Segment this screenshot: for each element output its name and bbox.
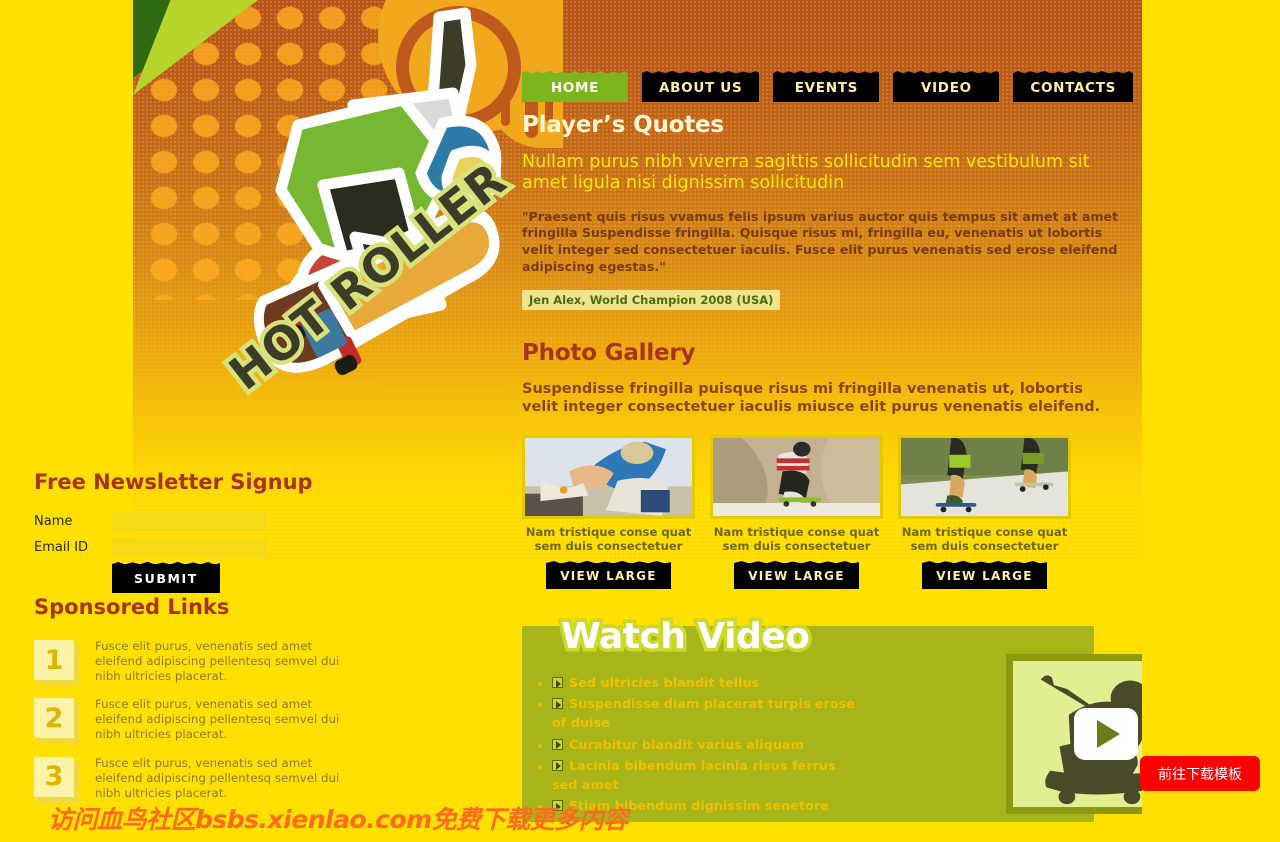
gallery-item: Nam tristique conse quat sem duis consec… [710,434,883,589]
watch-video-link-label: Sed ultricies blandit tellus [569,676,760,691]
sponsored-number: 1 [34,640,74,680]
newsletter-email-row: Email ID [34,538,334,557]
gallery-thumbnail[interactable] [898,434,1071,519]
nav-item-video[interactable]: VIDEO [893,73,1000,102]
nav-item-about-us[interactable]: ABOUT US [642,73,760,102]
play-small-icon [552,677,563,688]
watch-video-link[interactable]: Suspendisse diam placerat turpis erose o… [552,695,862,733]
sponsored-text: Fusce elit purus, venenatis sed amet ele… [95,639,340,684]
view-large-button[interactable]: VIEW LARGE [734,563,859,589]
quotes-heading: Player’s Quotes [522,112,724,138]
photo-gallery-section: Photo Gallery Suspendisse fringilla puis… [522,340,1122,589]
gallery-heading: Photo Gallery [522,339,696,366]
main-column: Player’s Quotes Nullam purus nibh viverr… [522,112,1122,589]
sponsored-number-tile: 3 [34,756,80,803]
sponsored-links: Sponsored Links 1 Fusce elit purus, vene… [34,595,344,812]
play-button[interactable] [1073,708,1138,760]
gallery-caption: Nam tristique conse quat sem duis consec… [525,524,692,553]
play-small-icon [552,738,563,750]
view-large-button[interactable]: VIEW LARGE [546,563,671,589]
watch-video-link[interactable]: Sed ultricies blandit tellus [552,674,862,693]
newsletter-signup: Free Newsletter Signup Name Email ID SUB… [34,470,334,593]
gallery-caption: Nam tristique conse quat sem duis consec… [713,524,880,553]
site-watermark: 访问血鸟社区bsbs.xienlao.com免费下载更多内容 [48,805,628,834]
gallery-item: Nam tristique conse quat sem duis consec… [898,434,1071,589]
gallery-caption: Nam tristique conse quat sem duis consec… [901,524,1068,553]
main-navigation: HOME ABOUT US EVENTS VIDEO CONTACTS [522,73,1134,102]
gallery-lead: Suspendisse fringilla puisque risus mi f… [522,380,1101,416]
name-input[interactable] [112,512,267,531]
nav-item-home[interactable]: HOME [522,73,628,102]
nav-item-events[interactable]: EVENTS [773,73,880,102]
watch-video-link[interactable]: Lacinia bibendum lacinia risus ferrus se… [552,757,862,795]
view-large-button[interactable]: VIEW LARGE [922,563,1047,589]
watch-video-link-label: Lacinia bibendum lacinia risus ferrus se… [552,758,836,793]
sponsored-item[interactable]: 2 Fusce elit purus, venenatis sed amet e… [34,695,344,745]
download-template-button[interactable]: 前往下载模板 [1140,756,1260,791]
nav-item-contacts[interactable]: CONTACTS [1013,73,1134,102]
sponsored-item[interactable]: 1 Fusce elit purus, venenatis sed amet e… [34,637,344,686]
gallery-item: Nam tristique conse quat sem duis consec… [522,434,695,589]
quotes-body: "Praesent quis risus vvamus felis ipsum … [522,208,1119,274]
submit-button[interactable]: SUBMIT [112,564,220,593]
watch-video-heading: Watch Video [557,613,813,661]
sponsored-number-tile: 1 [34,640,80,686]
watch-video-link[interactable]: Curabitur blandit varius aliquam [552,736,862,755]
sponsored-text: Fusce elit purus, venenatis sed amet ele… [95,755,340,800]
play-small-icon [552,759,563,771]
sponsored-item[interactable]: 3 Fusce elit purus, venenatis sed amet e… [34,754,344,803]
name-label: Name [34,514,73,529]
sponsored-number: 2 [34,698,74,739]
submit-row: SUBMIT [112,564,334,593]
page-root: HOT ROLLER HOME ABOUT US EVENTS VIDEO CO… [0,0,1280,842]
sponsored-number-tile: 2 [34,698,80,745]
watch-video-link-label: Suspendisse diam placerat turpis erose o… [552,697,855,732]
players-quotes-section: Player’s Quotes Nullam purus nibh viverr… [522,112,1122,310]
newsletter-name-row: Name [34,512,334,531]
quote-attribution: Jen Alex, World Champion 2008 (USA) [522,289,781,310]
newsletter-heading: Free Newsletter Signup [34,470,313,494]
video-thumbnail[interactable] [1006,654,1142,814]
play-small-icon [552,698,563,710]
gallery-thumbnail[interactable] [522,434,695,519]
quotes-lead: Nullam purus nibh viverra sagittis solli… [522,152,1090,194]
sponsored-text: Fusce elit purus, venenatis sed amet ele… [95,697,340,742]
sponsored-heading: Sponsored Links [34,595,230,619]
gallery-row: Nam tristique conse quat sem duis consec… [522,434,1122,589]
email-input[interactable] [112,538,267,557]
email-label: Email ID [34,540,89,555]
site-logo[interactable]: HOT ROLLER [211,147,521,485]
watch-video-link-label: Curabitur blandit varius aliquam [569,737,804,753]
watch-video-section: Watch Video Sed ultricies blandit tellus… [522,613,1142,822]
gallery-thumbnail[interactable] [710,434,883,519]
watch-video-links: Sed ultricies blandit tellus Suspendisse… [552,674,862,818]
sponsored-number: 3 [34,756,74,797]
